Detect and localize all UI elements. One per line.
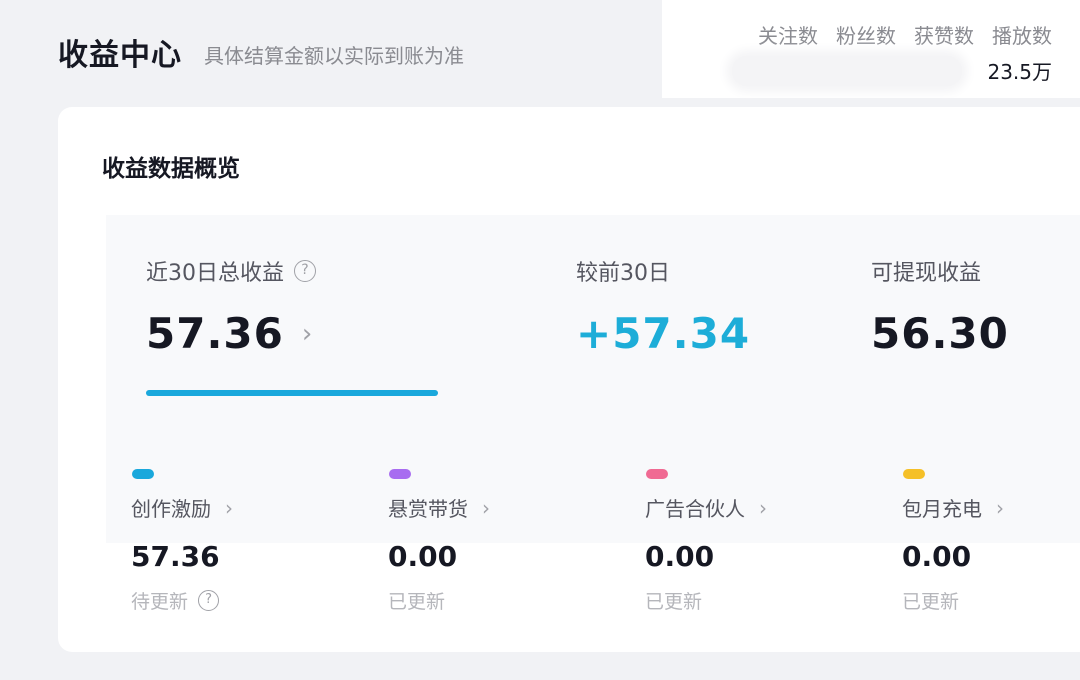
stat-label-followers: 粉丝数 <box>836 24 896 48</box>
category-color-dot <box>132 469 154 479</box>
category-status: 待更新 <box>131 591 189 613</box>
total-30d-value: 57.36 <box>146 309 284 358</box>
stat-value-plays: 23.5万 <box>987 60 1052 84</box>
category-name: 创作激励 <box>131 497 211 521</box>
total-30d-progress <box>146 390 438 396</box>
category-status: 已更新 <box>388 591 446 613</box>
category-color-dot <box>389 469 411 479</box>
category-value: 0.00 <box>902 540 972 573</box>
category-name: 悬赏带货 <box>388 497 468 521</box>
stat-label-plays: 播放数 <box>992 24 1052 48</box>
stat-label-likes: 获赞数 <box>914 24 974 48</box>
withdrawable-block: 可提现收益 56.30 <box>871 255 1009 358</box>
blurred-stat-values <box>732 56 962 86</box>
chevron-right-icon[interactable]: › <box>482 496 490 520</box>
category-name: 广告合伙人 <box>645 497 745 521</box>
stat-labels: 关注数 粉丝数 获赞数 播放数 <box>758 20 1052 49</box>
category-ad-partner[interactable]: 广告合伙人 › 0.00 已更新 <box>645 469 845 614</box>
account-stats-panel: 关注数 粉丝数 获赞数 播放数 23.5万 <box>662 0 1080 98</box>
category-name: 包月充电 <box>902 497 982 521</box>
category-status: 已更新 <box>645 591 703 613</box>
category-monthly-charge[interactable]: 包月充电 › 0.00 已更新 <box>902 469 1080 614</box>
total-30d-label: 近30日总收益 <box>146 261 284 286</box>
category-value: 0.00 <box>388 540 458 573</box>
question-circle-icon[interactable]: ? <box>294 260 316 282</box>
revenue-center-page: 收益中心 具体结算金额以实际到账为准 关注数 粉丝数 获赞数 播放数 23.5万… <box>0 0 1080 680</box>
vs-prev-label: 较前30日 <box>576 261 670 286</box>
chevron-right-icon[interactable]: › <box>759 496 767 520</box>
vs-prev-block: 较前30日 +57.34 <box>576 255 750 358</box>
withdrawable-label: 可提现收益 <box>871 261 982 286</box>
category-value: 57.36 <box>131 540 220 573</box>
chevron-right-icon[interactable]: › <box>302 319 313 349</box>
card-title: 收益数据概览 <box>102 156 240 182</box>
total-30d-block[interactable]: 近30日总收益 ? 57.36 › <box>146 255 316 358</box>
page-title: 收益中心 <box>58 38 182 73</box>
revenue-overview-card: 收益数据概览 近30日总收益 ? 57.36 › 较前30日 +57.34 可提… <box>58 107 1080 652</box>
page-subtitle: 具体结算金额以实际到账为准 <box>204 44 464 68</box>
chevron-right-icon[interactable]: › <box>996 496 1004 520</box>
category-status: 已更新 <box>902 591 960 613</box>
total-30d-progress-fill <box>146 390 438 396</box>
question-circle-icon[interactable]: ? <box>198 590 220 611</box>
vs-prev-value: +57.34 <box>576 309 751 358</box>
category-color-dot <box>646 469 668 479</box>
category-value: 0.00 <box>645 540 715 573</box>
withdrawable-value: 56.30 <box>871 309 1009 358</box>
category-color-dot <box>903 469 925 479</box>
category-creation-incentive[interactable]: 创作激励 › 57.36 待更新 ? <box>131 469 331 614</box>
stat-label-following: 关注数 <box>758 24 818 48</box>
chevron-right-icon[interactable]: › <box>225 496 233 520</box>
category-bounty-sales[interactable]: 悬赏带货 › 0.00 已更新 <box>388 469 588 614</box>
